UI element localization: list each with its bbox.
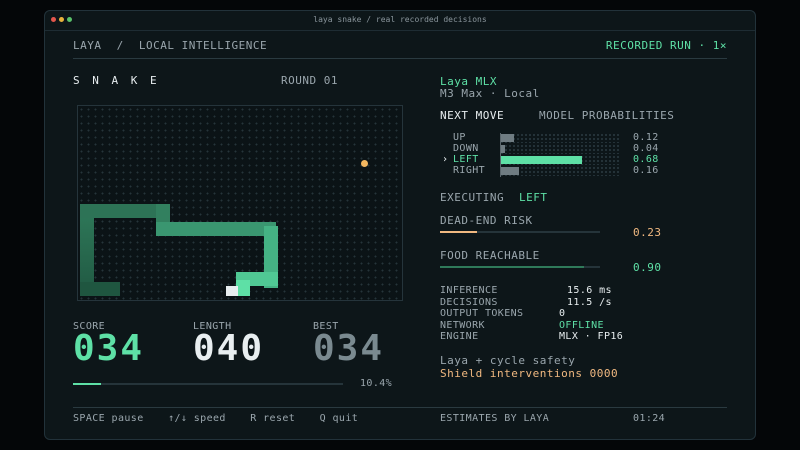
section-label: LOCAL INTELLIGENCE bbox=[138, 39, 268, 52]
next-move-label: NEXT MOVE bbox=[440, 109, 505, 122]
snake-board bbox=[77, 105, 403, 301]
header-divider bbox=[73, 58, 727, 59]
prob-label-up: UP bbox=[453, 132, 466, 143]
safety-line: Laya + cycle safety bbox=[440, 354, 576, 367]
prob-value-right: 0.16 bbox=[633, 165, 659, 176]
executing-label: EXECUTING bbox=[440, 191, 505, 204]
shield-interventions: Shield interventions 0000 bbox=[440, 367, 619, 380]
shortcut-pause[interactable]: SPACE pause bbox=[73, 413, 144, 424]
snake-segment bbox=[236, 280, 250, 296]
snake-head bbox=[226, 286, 238, 296]
food-reachable-value: 0.90 bbox=[633, 261, 662, 274]
window-title: laya snake / real recorded decisions bbox=[313, 15, 487, 24]
metric-value: MLX · FP16 bbox=[559, 331, 624, 342]
estimates-label: ESTIMATES BY LAYA bbox=[440, 413, 550, 424]
food-pellet bbox=[361, 160, 368, 167]
metric-key: OUTPUT TOKENS bbox=[440, 308, 524, 319]
shortcut-quit[interactable]: Q quit bbox=[320, 413, 359, 424]
round-label: ROUND 01 bbox=[281, 74, 338, 87]
food-reachable-fill bbox=[440, 266, 584, 268]
app-window: laya snake / real recorded decisions LAY… bbox=[44, 10, 756, 440]
shortcut-reset[interactable]: R reset bbox=[250, 413, 295, 424]
food-reachable-label: FOOD REACHABLE bbox=[440, 249, 540, 262]
footer-shortcuts: SPACE pause ↑/↓ speed R reset Q quit bbox=[73, 413, 358, 424]
prob-value-left: 0.68 bbox=[633, 154, 659, 165]
prob-label-down: DOWN bbox=[453, 143, 479, 154]
prob-value-down: 0.04 bbox=[633, 143, 659, 154]
prob-marker: › bbox=[442, 154, 449, 165]
footer-divider bbox=[73, 407, 727, 408]
breadcrumb-separator: / bbox=[116, 39, 124, 52]
progress-fill bbox=[73, 383, 101, 385]
metric-key: INFERENCE bbox=[440, 285, 498, 296]
dead-end-risk-value: 0.23 bbox=[633, 226, 662, 239]
header-breadcrumb: LAYA / LOCAL INTELLIGENCE bbox=[73, 39, 267, 52]
game-title: S N A K E bbox=[73, 74, 160, 87]
prob-label-left: LEFT bbox=[453, 154, 479, 165]
metric-value: 11.5 /s bbox=[567, 296, 612, 308]
prob-bar-left bbox=[500, 156, 582, 164]
elapsed-time: 01:24 bbox=[633, 413, 666, 424]
shortcut-speed[interactable]: ↑/↓ speed bbox=[168, 413, 226, 424]
executing-value: LEFT bbox=[519, 191, 548, 204]
dead-end-risk-fill bbox=[440, 231, 477, 233]
titlebar-divider bbox=[45, 30, 755, 31]
metric-value: 0 bbox=[559, 308, 566, 319]
prob-track bbox=[500, 144, 620, 154]
prob-label-right: RIGHT bbox=[453, 165, 486, 176]
prob-bar-up bbox=[500, 134, 514, 142]
snake-segment bbox=[80, 282, 120, 296]
recorded-run-badge: RECORDED RUN · 1× bbox=[605, 39, 727, 52]
metric-value: 15.6 ms bbox=[567, 285, 612, 296]
prob-track bbox=[500, 133, 620, 143]
prob-bar-right bbox=[500, 167, 519, 175]
metric-key: ENGINE bbox=[440, 331, 479, 342]
dead-end-risk-label: DEAD-END RISK bbox=[440, 214, 533, 227]
metric-key: NETWORK bbox=[440, 319, 485, 331]
model-probabilities-label: MODEL PROBABILITIES bbox=[539, 109, 675, 122]
score-value: 034 bbox=[73, 328, 145, 369]
progress-track bbox=[73, 383, 343, 385]
progress-text: 10.4% bbox=[360, 378, 393, 389]
prob-value-up: 0.12 bbox=[633, 132, 659, 143]
length-value: 040 bbox=[193, 328, 265, 369]
prob-axis bbox=[500, 133, 501, 177]
model-subtitle: M3 Max · Local bbox=[440, 87, 540, 100]
metric-value: OFFLINE bbox=[559, 319, 604, 331]
best-value: 034 bbox=[313, 328, 385, 369]
snake-segment bbox=[156, 222, 276, 236]
brand-label: LAYA bbox=[73, 39, 102, 52]
metric-key: DECISIONS bbox=[440, 296, 498, 308]
